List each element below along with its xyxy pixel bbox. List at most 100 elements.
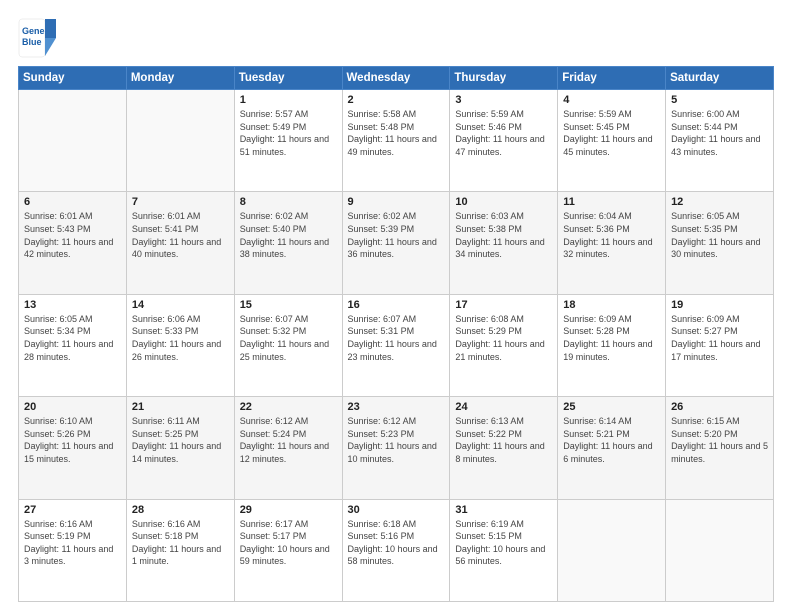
day-info: Sunrise: 6:19 AMSunset: 5:15 PMDaylight:… bbox=[455, 518, 552, 568]
header: General Blue bbox=[18, 18, 774, 58]
calendar-cell: 16Sunrise: 6:07 AMSunset: 5:31 PMDayligh… bbox=[342, 294, 450, 396]
calendar-week-5: 27 Sunrise: 6:16 AMSunset: 5:19 PMDayligh… bbox=[19, 499, 774, 601]
calendar-cell: 1Sunrise: 5:57 AMSunset: 5:49 PMDaylight… bbox=[234, 90, 342, 192]
day-info: Sunrise: 6:11 AMSunset: 5:25 PMDaylight:… bbox=[132, 415, 229, 465]
day-number: 23 bbox=[348, 401, 445, 413]
day-number: 15 bbox=[240, 299, 337, 311]
page: General Blue SundayMondayTuesdayWednesda… bbox=[0, 0, 792, 612]
calendar-cell: 22 Sunrise: 6:12 AMSunset: 5:24 PMDayligh… bbox=[234, 397, 342, 499]
day-number: 29 bbox=[240, 504, 337, 516]
day-number: 5 bbox=[671, 94, 768, 106]
day-number: 8 bbox=[240, 196, 337, 208]
weekday-header-tuesday: Tuesday bbox=[234, 67, 342, 90]
day-info: Sunrise: 6:17 AMSunset: 5:17 PMDaylight:… bbox=[240, 518, 337, 568]
day-number: 2 bbox=[348, 94, 445, 106]
day-info: Sunrise: 6:06 AMSunset: 5:33 PMDaylight:… bbox=[132, 313, 229, 363]
logo-svg: General Blue bbox=[18, 18, 58, 58]
calendar-cell: 8 Sunrise: 6:02 AMSunset: 5:40 PMDaylight… bbox=[234, 192, 342, 294]
calendar-cell: 17 Sunrise: 6:08 AMSunset: 5:29 PMDayligh… bbox=[450, 294, 558, 396]
day-info: Sunrise: 6:15 AMSunset: 5:20 PMDaylight:… bbox=[671, 415, 768, 465]
calendar-cell: 23Sunrise: 6:12 AMSunset: 5:23 PMDayligh… bbox=[342, 397, 450, 499]
calendar-header-row: SundayMondayTuesdayWednesdayThursdayFrid… bbox=[19, 67, 774, 90]
calendar-cell: 9 Sunrise: 6:02 AMSunset: 5:39 PMDaylight… bbox=[342, 192, 450, 294]
day-info: Sunrise: 6:00 AMSunset: 5:44 PMDaylight:… bbox=[671, 108, 768, 158]
day-number: 10 bbox=[455, 196, 552, 208]
logo: General Blue bbox=[18, 18, 58, 58]
calendar-cell: 12 Sunrise: 6:05 AMSunset: 5:35 PMDayligh… bbox=[666, 192, 774, 294]
calendar-cell: 7 Sunrise: 6:01 AMSunset: 5:41 PMDaylight… bbox=[126, 192, 234, 294]
day-number: 18 bbox=[563, 299, 660, 311]
weekday-header-monday: Monday bbox=[126, 67, 234, 90]
calendar-cell: 13 Sunrise: 6:05 AMSunset: 5:34 PMDayligh… bbox=[19, 294, 127, 396]
day-number: 11 bbox=[563, 196, 660, 208]
calendar-cell bbox=[666, 499, 774, 601]
calendar-cell: 14 Sunrise: 6:06 AMSunset: 5:33 PMDayligh… bbox=[126, 294, 234, 396]
calendar-cell: 21 Sunrise: 6:11 AMSunset: 5:25 PMDayligh… bbox=[126, 397, 234, 499]
day-info: Sunrise: 6:09 AMSunset: 5:27 PMDaylight:… bbox=[671, 313, 768, 363]
calendar-cell: 25 Sunrise: 6:14 AMSunset: 5:21 PMDayligh… bbox=[558, 397, 666, 499]
day-info: Sunrise: 6:04 AMSunset: 5:36 PMDaylight:… bbox=[563, 210, 660, 260]
day-info: Sunrise: 6:05 AMSunset: 5:35 PMDaylight:… bbox=[671, 210, 768, 260]
day-number: 24 bbox=[455, 401, 552, 413]
day-info: Sunrise: 5:59 AMSunset: 5:45 PMDaylight:… bbox=[563, 108, 660, 158]
day-info: Sunrise: 6:13 AMSunset: 5:22 PMDaylight:… bbox=[455, 415, 552, 465]
day-info: Sunrise: 6:01 AMSunset: 5:43 PMDaylight:… bbox=[24, 210, 121, 260]
day-number: 22 bbox=[240, 401, 337, 413]
day-number: 30 bbox=[348, 504, 445, 516]
calendar-cell: 15 Sunrise: 6:07 AMSunset: 5:32 PMDayligh… bbox=[234, 294, 342, 396]
calendar-cell bbox=[558, 499, 666, 601]
day-number: 31 bbox=[455, 504, 552, 516]
calendar-cell: 26Sunrise: 6:15 AMSunset: 5:20 PMDayligh… bbox=[666, 397, 774, 499]
day-info: Sunrise: 6:02 AMSunset: 5:40 PMDaylight:… bbox=[240, 210, 337, 260]
day-number: 14 bbox=[132, 299, 229, 311]
day-number: 20 bbox=[24, 401, 121, 413]
calendar-cell bbox=[126, 90, 234, 192]
calendar-cell: 20 Sunrise: 6:10 AMSunset: 5:26 PMDayligh… bbox=[19, 397, 127, 499]
calendar-cell: 11 Sunrise: 6:04 AMSunset: 5:36 PMDayligh… bbox=[558, 192, 666, 294]
calendar-cell: 28 Sunrise: 6:16 AMSunset: 5:18 PMDayligh… bbox=[126, 499, 234, 601]
day-number: 27 bbox=[24, 504, 121, 516]
weekday-header-sunday: Sunday bbox=[19, 67, 127, 90]
weekday-header-thursday: Thursday bbox=[450, 67, 558, 90]
day-number: 28 bbox=[132, 504, 229, 516]
calendar-cell: 5 Sunrise: 6:00 AMSunset: 5:44 PMDaylight… bbox=[666, 90, 774, 192]
day-info: Sunrise: 6:10 AMSunset: 5:26 PMDaylight:… bbox=[24, 415, 121, 465]
day-info: Sunrise: 6:05 AMSunset: 5:34 PMDaylight:… bbox=[24, 313, 121, 363]
calendar-week-2: 6Sunrise: 6:01 AMSunset: 5:43 PMDaylight… bbox=[19, 192, 774, 294]
calendar-week-3: 13 Sunrise: 6:05 AMSunset: 5:34 PMDayligh… bbox=[19, 294, 774, 396]
day-number: 3 bbox=[455, 94, 552, 106]
day-info: Sunrise: 6:12 AMSunset: 5:24 PMDaylight:… bbox=[240, 415, 337, 465]
day-number: 13 bbox=[24, 299, 121, 311]
weekday-header-friday: Friday bbox=[558, 67, 666, 90]
day-number: 21 bbox=[132, 401, 229, 413]
calendar-cell: 19 Sunrise: 6:09 AMSunset: 5:27 PMDayligh… bbox=[666, 294, 774, 396]
calendar-cell: 24 Sunrise: 6:13 AMSunset: 5:22 PMDayligh… bbox=[450, 397, 558, 499]
calendar-cell: 10Sunrise: 6:03 AMSunset: 5:38 PMDayligh… bbox=[450, 192, 558, 294]
day-info: Sunrise: 6:09 AMSunset: 5:28 PMDaylight:… bbox=[563, 313, 660, 363]
day-info: Sunrise: 6:08 AMSunset: 5:29 PMDaylight:… bbox=[455, 313, 552, 363]
day-number: 25 bbox=[563, 401, 660, 413]
day-info: Sunrise: 6:07 AMSunset: 5:32 PMDaylight:… bbox=[240, 313, 337, 363]
calendar-cell: 18 Sunrise: 6:09 AMSunset: 5:28 PMDayligh… bbox=[558, 294, 666, 396]
calendar-cell: 2 Sunrise: 5:58 AMSunset: 5:48 PMDaylight… bbox=[342, 90, 450, 192]
day-info: Sunrise: 5:58 AMSunset: 5:48 PMDaylight:… bbox=[348, 108, 445, 158]
day-info: Sunrise: 6:16 AMSunset: 5:19 PMDaylight:… bbox=[24, 518, 121, 568]
day-info: Sunrise: 6:16 AMSunset: 5:18 PMDaylight:… bbox=[132, 518, 229, 568]
day-info: Sunrise: 6:01 AMSunset: 5:41 PMDaylight:… bbox=[132, 210, 229, 260]
day-info: Sunrise: 6:18 AMSunset: 5:16 PMDaylight:… bbox=[348, 518, 445, 568]
day-number: 7 bbox=[132, 196, 229, 208]
weekday-header-saturday: Saturday bbox=[666, 67, 774, 90]
calendar-cell bbox=[19, 90, 127, 192]
calendar-cell: 31 Sunrise: 6:19 AMSunset: 5:15 PMDayligh… bbox=[450, 499, 558, 601]
calendar-cell: 29 Sunrise: 6:17 AMSunset: 5:17 PMDayligh… bbox=[234, 499, 342, 601]
day-info: Sunrise: 6:02 AMSunset: 5:39 PMDaylight:… bbox=[348, 210, 445, 260]
day-info: Sunrise: 6:14 AMSunset: 5:21 PMDaylight:… bbox=[563, 415, 660, 465]
day-number: 17 bbox=[455, 299, 552, 311]
day-number: 1 bbox=[240, 94, 337, 106]
calendar-cell: 4Sunrise: 5:59 AMSunset: 5:45 PMDaylight… bbox=[558, 90, 666, 192]
day-number: 9 bbox=[348, 196, 445, 208]
calendar-cell: 27 Sunrise: 6:16 AMSunset: 5:19 PMDayligh… bbox=[19, 499, 127, 601]
day-number: 12 bbox=[671, 196, 768, 208]
calendar-cell: 3Sunrise: 5:59 AMSunset: 5:46 PMDaylight… bbox=[450, 90, 558, 192]
day-number: 19 bbox=[671, 299, 768, 311]
